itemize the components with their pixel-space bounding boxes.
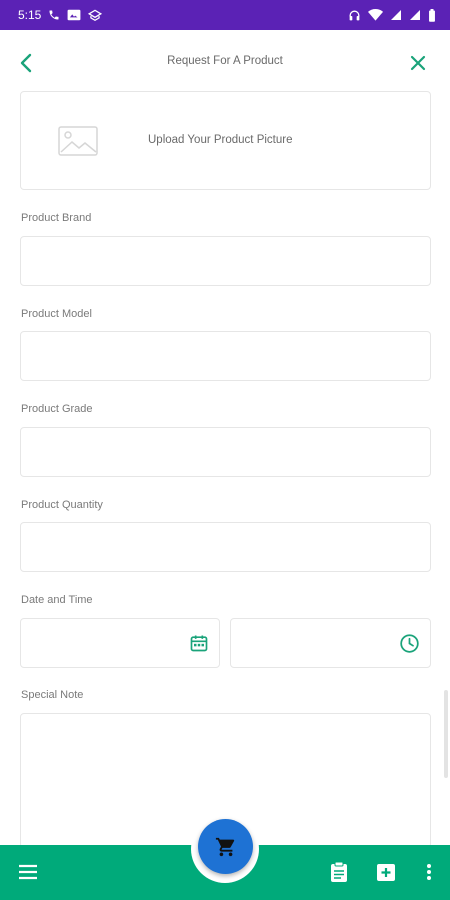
- date-field[interactable]: [20, 618, 220, 668]
- mail-image-icon: [67, 9, 81, 21]
- orders-button[interactable]: [327, 860, 351, 884]
- upload-label: Upload Your Product Picture: [148, 134, 293, 146]
- close-icon: [410, 55, 426, 71]
- menu-icon: [19, 864, 37, 880]
- product-quantity-field[interactable]: [20, 522, 431, 572]
- upload-picture-box[interactable]: Upload Your Product Picture: [20, 91, 431, 190]
- add-box-icon: [377, 864, 395, 881]
- cart-button[interactable]: [198, 819, 253, 874]
- more-options-button[interactable]: [417, 860, 441, 884]
- more-vert-icon: [427, 864, 431, 880]
- page-title: Request For A Product: [167, 55, 283, 67]
- product-model-input[interactable]: [21, 332, 430, 380]
- headset-icon: [349, 10, 360, 20]
- back-button[interactable]: [14, 51, 38, 75]
- product-grade-field[interactable]: [20, 427, 431, 477]
- scrollbar[interactable]: [444, 690, 448, 778]
- wifi-icon: [368, 9, 383, 21]
- cart-icon: [215, 837, 234, 856]
- calendar-icon[interactable]: [189, 633, 209, 653]
- product-brand-field[interactable]: [20, 236, 431, 286]
- battery-icon: [429, 8, 435, 22]
- close-button[interactable]: [406, 51, 430, 75]
- product-grade-input[interactable]: [21, 428, 430, 476]
- status-bar: 5:15: [0, 0, 450, 30]
- add-product-button[interactable]: [374, 860, 398, 884]
- signal-icon-2: [410, 10, 420, 20]
- status-time: 5:15: [18, 8, 42, 22]
- header: Request For A Product: [0, 30, 450, 92]
- product-brand-input[interactable]: [21, 237, 430, 285]
- image-placeholder-icon: [58, 126, 98, 156]
- clock-icon[interactable]: [399, 633, 420, 654]
- product-brand-label: Product Brand: [21, 212, 92, 224]
- signal-icon: [391, 10, 401, 20]
- data-saver-icon: [88, 9, 103, 21]
- product-quantity-label: Product Quantity: [21, 499, 103, 511]
- date-time-label: Date and Time: [21, 594, 93, 606]
- product-grade-label: Product Grade: [21, 403, 93, 415]
- chevron-left-icon: [20, 53, 32, 73]
- time-field[interactable]: [230, 618, 431, 668]
- clipboard-icon: [331, 861, 347, 882]
- menu-button[interactable]: [16, 860, 40, 884]
- special-note-label: Special Note: [21, 689, 84, 701]
- product-quantity-input[interactable]: [21, 523, 430, 571]
- product-model-label: Product Model: [21, 308, 92, 320]
- product-model-field[interactable]: [20, 331, 431, 381]
- phone-icon: [49, 10, 59, 20]
